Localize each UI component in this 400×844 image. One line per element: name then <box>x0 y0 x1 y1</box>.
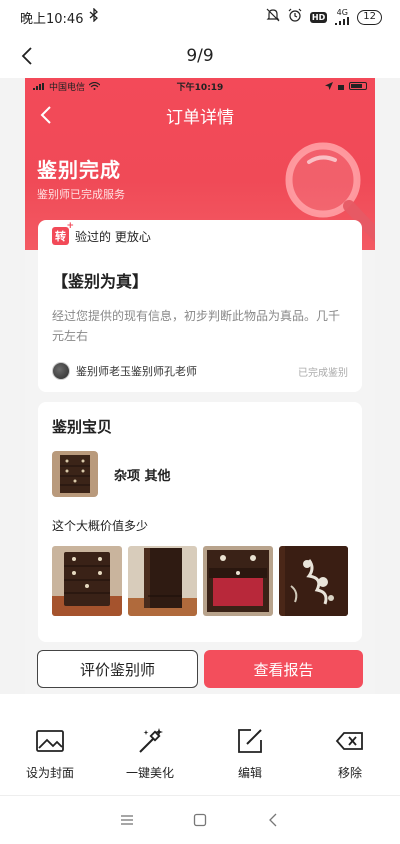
item-photo[interactable] <box>52 546 122 616</box>
hd-badge: HD <box>309 11 328 23</box>
status-title: 鉴别完成 <box>37 158 121 182</box>
edit-icon <box>238 729 262 753</box>
system-status-bar: 晚上10:46 HD 4G 12 <box>0 0 400 34</box>
item-thumbnail <box>52 451 98 497</box>
system-nav-bar <box>0 795 400 844</box>
zhuan-logo: 转 <box>52 221 74 245</box>
appraisal-status: 已完成鉴别 <box>298 367 348 379</box>
status-time: 晚上10:46 <box>20 11 84 27</box>
avatar <box>52 362 70 380</box>
verified-text: 验过的 更放心 <box>75 229 151 244</box>
rate-appraiser-button[interactable]: 评价鉴别师 <box>37 650 198 688</box>
photo-action-bar: 设为封面 一键美化 编辑 移除 <box>0 710 400 790</box>
battery-icon: 12 <box>357 9 382 25</box>
item-name: 杂项 其他 <box>114 468 171 484</box>
home-square-icon <box>193 813 207 827</box>
set-cover-label: 设为封面 <box>25 766 74 780</box>
inner-nav: 订单详情 <box>25 100 375 130</box>
back-nav-button[interactable] <box>262 809 284 831</box>
mute-icon <box>266 8 280 26</box>
item-photo[interactable] <box>278 546 348 616</box>
delete-icon <box>335 732 363 750</box>
bluetooth-icon <box>89 7 99 26</box>
edit-button[interactable]: 编辑 <box>200 710 300 790</box>
viewer-header: 9/9 <box>0 34 400 78</box>
set-cover-button[interactable]: 设为封面 <box>0 710 100 790</box>
result-title: 【鉴别为真】 <box>52 272 149 291</box>
item-photo[interactable] <box>127 546 197 616</box>
menu-icon <box>120 815 133 825</box>
inner-battery-icon <box>349 82 367 90</box>
image-icon <box>36 730 64 752</box>
chevron-left-icon <box>21 47 32 65</box>
verified-banner: 转 验过的 更放心 <box>38 220 362 252</box>
home-nav-button[interactable] <box>189 809 211 831</box>
beautify-button[interactable]: 一键美化 <box>100 710 200 790</box>
back-triangle-icon <box>269 813 277 827</box>
inner-status-bar: 中国电信 下午10:19 <box>25 78 375 94</box>
beautify-label: 一键美化 <box>125 766 174 780</box>
inner-time: 下午10:19 <box>176 82 224 93</box>
page-counter: 9/9 <box>186 46 214 66</box>
menu-nav-button[interactable] <box>116 809 138 831</box>
inner-back-icon[interactable] <box>37 104 57 126</box>
alarm-icon <box>288 8 302 26</box>
remove-label: 移除 <box>337 766 362 780</box>
edit-label: 编辑 <box>237 766 262 780</box>
item-photo[interactable] <box>203 546 273 616</box>
item-heading: 鉴别宝贝 <box>52 418 113 436</box>
order-detail-screenshot[interactable]: 中国电信 下午10:19 订单详情 鉴别完成 鉴别师已完成服务 转 + 验过的 … <box>25 78 375 694</box>
magic-wand-icon <box>139 728 163 753</box>
item-row[interactable]: 杂项 其他 <box>52 451 348 497</box>
view-report-button[interactable]: 查看报告 <box>204 650 363 688</box>
value-question: 这个大概价值多少 <box>52 519 149 533</box>
remove-button[interactable]: 移除 <box>300 710 400 790</box>
result-description: 经过您提供的现有信息，初步判断此物品为真品。几千元左右 <box>52 309 341 343</box>
item-card: 鉴别宝贝 杂项 其他 这个大概价值多少 <box>38 402 362 642</box>
action-buttons: 评价鉴别师 查看报告 <box>37 650 363 688</box>
result-card: 【鉴别为真】 经过您提供的现有信息，初步判断此物品为真品。几千元左右 鉴别师老玉… <box>38 252 362 392</box>
appraiser-name: 鉴别师老玉鉴别师孔老师 <box>76 365 197 378</box>
appraiser-row[interactable]: 鉴别师老玉鉴别师孔老师 已完成鉴别 <box>52 362 348 380</box>
back-button[interactable] <box>12 41 42 71</box>
inner-page-title: 订单详情 <box>166 107 234 128</box>
signal-icon: 4G <box>335 9 350 25</box>
photo-gallery <box>52 546 348 616</box>
image-viewer-stage: 中国电信 下午10:19 订单详情 鉴别完成 鉴别师已完成服务 转 + 验过的 … <box>0 78 400 694</box>
status-subtitle: 鉴别师已完成服务 <box>37 188 125 201</box>
